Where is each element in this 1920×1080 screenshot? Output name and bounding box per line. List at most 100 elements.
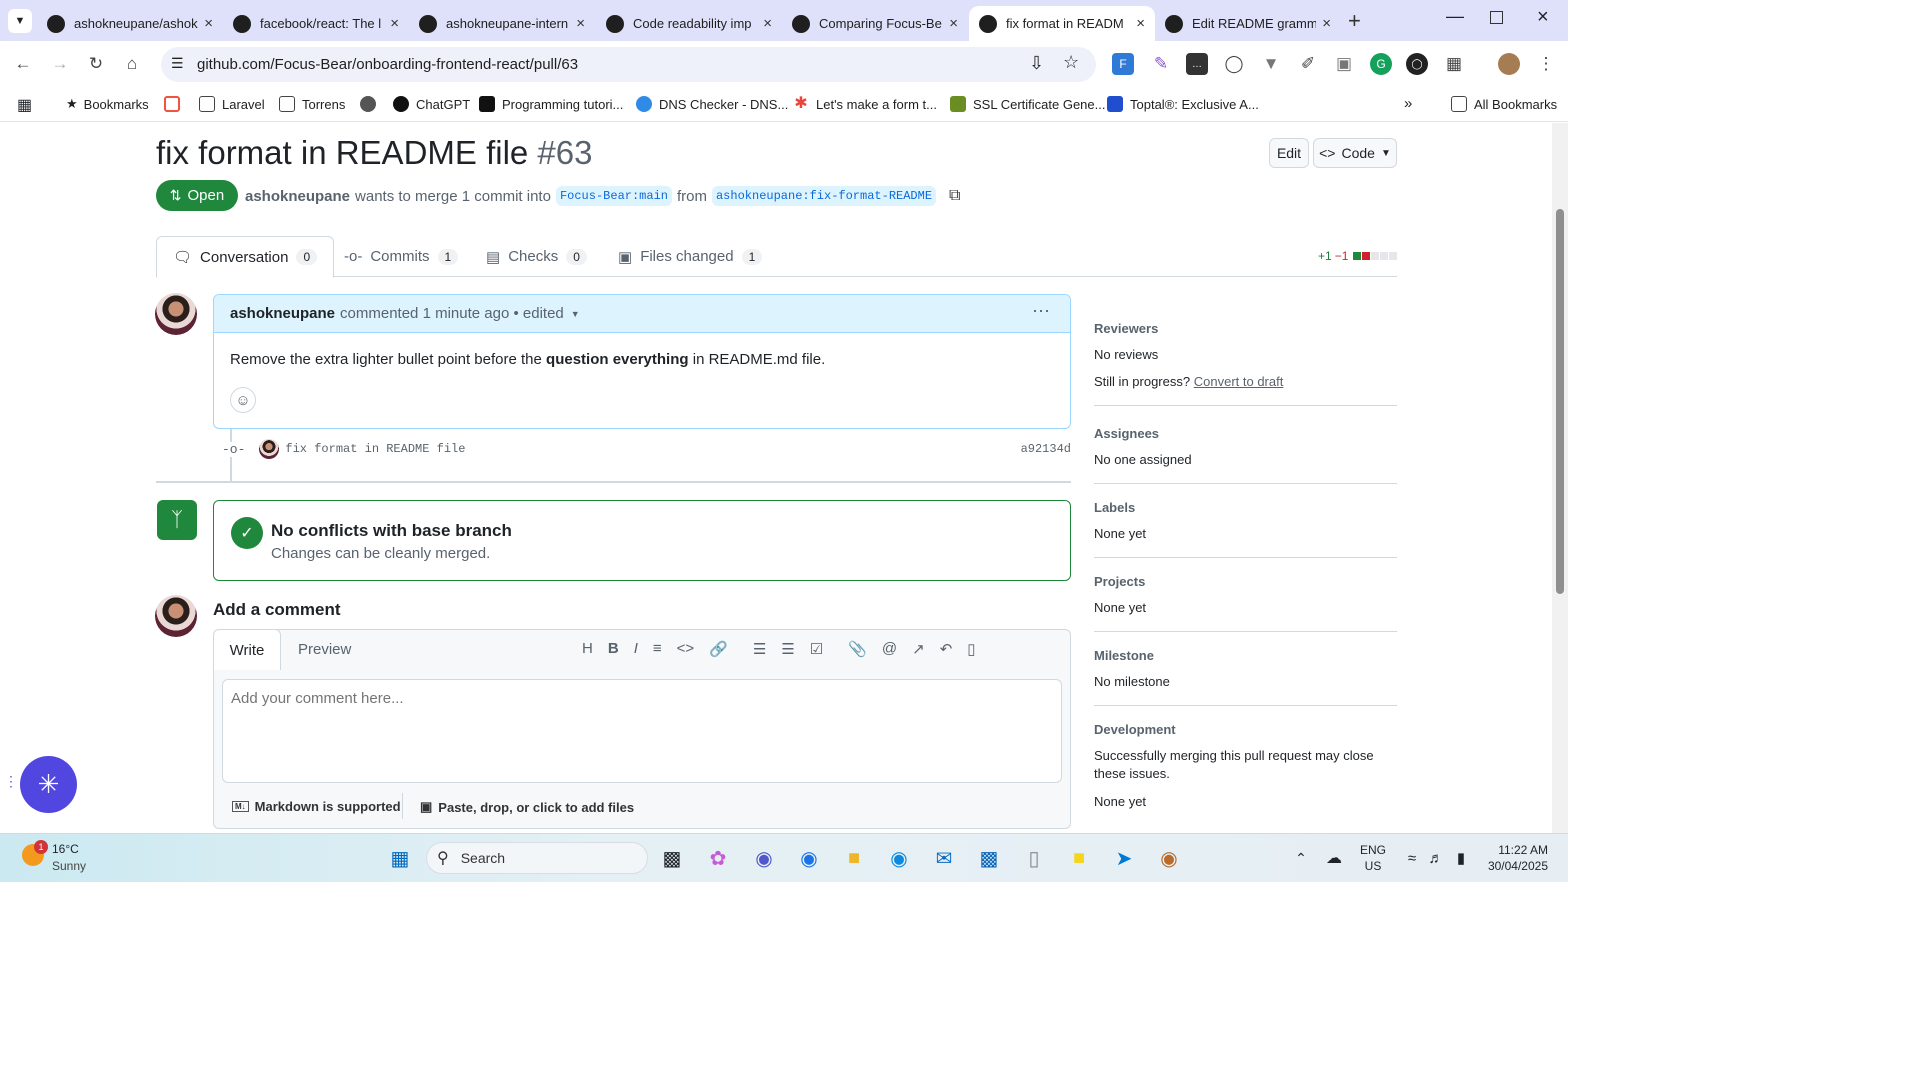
- add-reaction-icon[interactable]: ☺: [230, 387, 256, 413]
- new-tab-icon[interactable]: +: [1348, 8, 1361, 34]
- browser-tab[interactable]: ashokneupane/ashok ×: [37, 6, 223, 41]
- italic-icon[interactable]: I: [634, 640, 638, 658]
- commit-sha[interactable]: a92134d: [1021, 442, 1071, 456]
- edit-title-button[interactable]: Edit: [1269, 138, 1309, 168]
- site-info-icon[interactable]: ☰: [171, 55, 184, 72]
- close-tab-icon[interactable]: ×: [204, 15, 213, 32]
- tray-chevron-icon[interactable]: ⌃: [1287, 844, 1315, 872]
- forward-icon[interactable]: →: [49, 53, 71, 75]
- tab-write[interactable]: Write: [213, 629, 281, 670]
- install-app-icon[interactable]: ⇩: [1029, 53, 1044, 74]
- bookmark-item[interactable]: Toptal®: Exclusive A...: [1107, 96, 1259, 112]
- convert-to-draft-link[interactable]: Convert to draft: [1194, 374, 1284, 389]
- reload-icon[interactable]: ↻: [85, 53, 107, 75]
- bookmark-item[interactable]: ★ Bookmarks: [66, 96, 149, 112]
- browser-tab[interactable]: facebook/react: The l ×: [223, 6, 409, 41]
- avatar[interactable]: [155, 595, 197, 637]
- minimize-icon[interactable]: —: [1446, 6, 1464, 27]
- bookmark-item[interactable]: ✱ Let's make a form t...: [793, 96, 937, 112]
- extension-v-icon[interactable]: ▼: [1260, 53, 1282, 75]
- battery-icon[interactable]: ▮: [1447, 844, 1475, 872]
- link-icon[interactable]: 🔗: [709, 640, 728, 658]
- bookmark-star-icon[interactable]: ☆: [1063, 52, 1079, 73]
- bold-icon[interactable]: B: [608, 640, 619, 658]
- address-bar[interactable]: ☰ github.com/Focus-Bear/onboarding-front…: [161, 47, 1096, 82]
- extension-pen-icon[interactable]: ✎: [1150, 53, 1172, 75]
- notepad-icon[interactable]: ▯: [1020, 844, 1048, 872]
- bookmark-laravel-icon[interactable]: [164, 96, 180, 112]
- close-tab-icon[interactable]: ×: [949, 15, 958, 32]
- scrollbar-thumb[interactable]: [1556, 209, 1564, 594]
- code-icon[interactable]: <>: [677, 640, 695, 658]
- base-branch[interactable]: Focus-Bear:main: [555, 186, 672, 206]
- extension-camera-icon[interactable]: ▣: [1333, 53, 1355, 75]
- tab-search-button[interactable]: ▼: [8, 9, 32, 33]
- chrome-icon[interactable]: ◉: [795, 844, 823, 872]
- browser-tab[interactable]: ashokneupane-intern ×: [409, 6, 595, 41]
- extensions-puzzle-icon[interactable]: ▦: [1443, 53, 1465, 75]
- quote-icon[interactable]: ≡: [653, 640, 662, 658]
- language-indicator[interactable]: ENG US: [1360, 842, 1386, 874]
- close-tab-icon[interactable]: ×: [1136, 15, 1145, 32]
- attach-files[interactable]: ▣ Paste, drop, or click to add files: [420, 799, 634, 815]
- browser-tab[interactable]: Comparing Focus-Be ×: [782, 6, 968, 41]
- page-scrollbar[interactable]: [1552, 123, 1568, 833]
- comment-author[interactable]: ashokneupane: [230, 305, 335, 322]
- teams-icon[interactable]: ◉: [750, 844, 778, 872]
- task-list-icon[interactable]: ☑: [810, 640, 823, 658]
- close-tab-icon[interactable]: ×: [1322, 15, 1331, 32]
- bookmark-item[interactable]: Programming tutori...: [479, 96, 623, 112]
- bookmark-item[interactable]: ChatGPT: [393, 96, 470, 112]
- home-icon[interactable]: ⌂: [121, 53, 143, 75]
- copilot-icon[interactable]: ✿: [704, 844, 732, 872]
- all-bookmarks[interactable]: All Bookmarks: [1451, 96, 1557, 112]
- tab-conversation[interactable]: 🗨 Conversation 0: [156, 236, 335, 278]
- head-branch[interactable]: ashokneupane:fix-format-README: [711, 186, 937, 206]
- task-view-icon[interactable]: ▩: [658, 844, 686, 872]
- attach-icon[interactable]: 📎: [848, 640, 867, 658]
- bookmark-item[interactable]: DNS Checker - DNS...: [636, 96, 788, 112]
- avatar[interactable]: [259, 439, 280, 459]
- browser-tab[interactable]: Edit README gramm ×: [1155, 6, 1341, 41]
- grammarly-icon[interactable]: G: [1370, 53, 1392, 75]
- close-tab-icon[interactable]: ×: [576, 15, 585, 32]
- more-bookmarks-icon[interactable]: »: [1404, 95, 1412, 112]
- avatar[interactable]: [155, 293, 197, 335]
- extension-dots-icon[interactable]: …: [1186, 53, 1208, 75]
- floating-assistant-button[interactable]: ✳: [20, 756, 77, 813]
- bookmark-item[interactable]: Torrens: [279, 96, 345, 112]
- focus-bear-icon[interactable]: ◉: [1155, 844, 1183, 872]
- volume-icon[interactable]: ♬: [1422, 844, 1450, 872]
- tab-commits[interactable]: -o- Commits 1: [328, 236, 474, 277]
- bookmark-globe-icon[interactable]: [360, 96, 376, 112]
- heading-icon[interactable]: H: [582, 640, 593, 658]
- slash-command-icon[interactable]: ▯: [967, 640, 975, 658]
- windows-start-icon[interactable]: ▦: [386, 844, 414, 872]
- browser-menu-icon[interactable]: ⋮: [1535, 53, 1557, 75]
- apps-grid-icon[interactable]: ▦: [17, 95, 32, 115]
- code-dropdown-button[interactable]: <> Code ▼: [1313, 138, 1397, 168]
- extension-pencil-icon[interactable]: ✐: [1297, 53, 1319, 75]
- tab-preview[interactable]: Preview: [298, 641, 351, 658]
- extension-circle-icon[interactable]: ◯: [1406, 53, 1428, 75]
- markdown-note[interactable]: M↓ Markdown is supported: [232, 799, 401, 814]
- kebab-menu-icon[interactable]: ⋯: [1032, 301, 1050, 322]
- back-icon[interactable]: ←: [12, 53, 34, 75]
- onedrive-icon[interactable]: ☁: [1320, 844, 1348, 872]
- browser-tab[interactable]: Code readability imp ×: [596, 6, 782, 41]
- tab-files-changed[interactable]: ▣ Files changed 1: [602, 236, 778, 277]
- taskbar-search[interactable]: ⚲ Search: [426, 842, 648, 874]
- bookmark-item[interactable]: SSL Certificate Gene...: [950, 96, 1105, 112]
- unordered-list-icon[interactable]: ☰: [781, 640, 794, 658]
- sticky-notes-icon[interactable]: ■: [1065, 844, 1093, 872]
- edge-icon[interactable]: ◉: [885, 844, 913, 872]
- close-window-icon[interactable]: ×: [1537, 6, 1549, 29]
- close-tab-icon[interactable]: ×: [390, 15, 399, 32]
- comment-textarea[interactable]: [222, 679, 1062, 783]
- clock[interactable]: 11:22 AM 30/04/2025: [1484, 842, 1548, 874]
- reply-icon[interactable]: ↶: [940, 640, 953, 658]
- caret-down-icon[interactable]: ▼: [571, 309, 580, 319]
- file-explorer-icon[interactable]: ■: [840, 844, 868, 872]
- restore-icon[interactable]: [1490, 11, 1503, 24]
- copy-icon[interactable]: ⧉: [949, 187, 960, 205]
